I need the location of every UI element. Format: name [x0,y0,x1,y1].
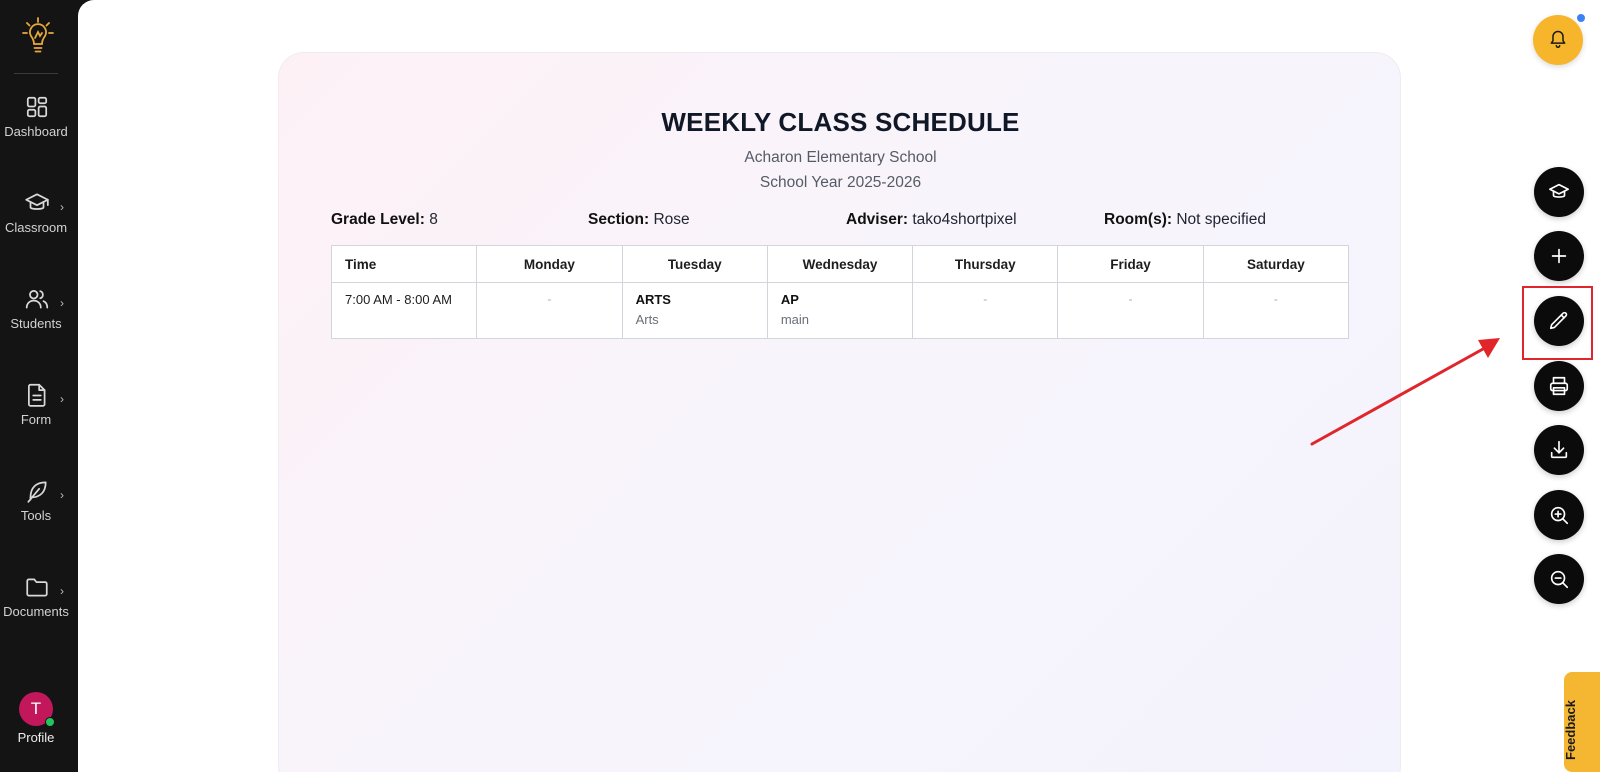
zoom-out-button[interactable] [1534,554,1584,604]
rooms-label: Room(s): [1104,211,1173,228]
edit-button-highlight-box [1522,286,1593,360]
subject-room: Arts [635,312,659,327]
sidebar: Dashboard › Classroom › Students › Form … [0,0,78,772]
sidebar-item-label: Dashboard [4,124,68,139]
column-header-tuesday: Tuesday [621,245,768,283]
table-row: 7:00 AM - 8:00 AM - ARTS Arts AP main - … [330,282,1350,339]
print-button[interactable] [1534,361,1584,411]
subject-room: main [780,312,810,327]
bell-icon [1550,30,1566,49]
table-header-row: Time Monday Tuesday Wednesday Thursday F… [330,245,1350,283]
adviser-value: tako4shortpixel [912,211,1017,228]
sidebar-item-documents[interactable]: › Documents [0,574,78,644]
notification-button[interactable] [1533,15,1583,65]
zoom-in-button[interactable] [1534,490,1584,540]
users-icon [24,286,50,312]
schedule-card: WEEKLY CLASS SCHEDULE Acharon Elementary… [278,52,1401,772]
friday-cell[interactable]: - [1057,282,1204,339]
subject-name: AP [780,292,799,307]
app-logo-icon[interactable] [19,14,57,58]
sidebar-divider [14,73,58,74]
online-status-dot [45,717,55,727]
schedule-title: WEEKLY CLASS SCHEDULE [661,107,1020,137]
section-info: Section: Rose [588,211,690,229]
chevron-right-icon: › [60,584,64,598]
school-year: School Year 2025-2026 [759,174,922,191]
class-program-button[interactable] [1534,167,1584,217]
chevron-right-icon: › [60,488,64,502]
grade-level-value: 8 [429,211,438,228]
profile-label: Profile [17,730,55,745]
section-label: Section: [588,211,650,228]
grade-level-label: Grade Level: [331,211,425,228]
column-header-monday: Monday [476,245,623,283]
chevron-right-icon: › [60,296,64,310]
add-button[interactable] [1534,231,1584,281]
adviser-info: Adviser: tako4shortpixel [846,211,1017,229]
column-header-time: Time [330,245,478,283]
rooms-value: Not specified [1176,211,1266,228]
sidebar-item-students[interactable]: › Students [0,286,78,356]
feather-icon [24,478,50,504]
sidebar-item-label: Students [10,316,62,331]
graduation-cap-icon [1549,183,1569,198]
sidebar-item-label: Form [20,412,52,427]
column-header-friday: Friday [1057,245,1204,283]
sidebar-item-dashboard[interactable]: Dashboard [0,94,78,164]
annotation-arrow-icon [1310,338,1500,446]
sidebar-item-label: Documents [3,604,69,619]
sidebar-item-tools[interactable]: › Tools [0,478,78,548]
grade-level-info: Grade Level: 8 [331,211,438,229]
plus-icon [1551,248,1567,264]
column-header-wednesday: Wednesday [766,245,914,283]
chevron-right-icon: › [60,200,64,214]
document-icon [24,382,50,408]
schedule-table: Time Monday Tuesday Wednesday Thursday F… [330,245,1350,339]
notification-dot [1576,13,1586,23]
folder-icon [24,574,50,600]
subject-name: ARTS [635,292,671,307]
graduation-cap-icon [24,190,50,216]
download-icon [1550,440,1568,459]
thursday-cell[interactable]: - [912,282,1059,339]
wednesday-cell[interactable]: AP main [766,282,914,339]
dashboard-icon [24,94,50,120]
printer-icon [1549,376,1569,396]
adviser-label: Adviser: [846,211,909,228]
sidebar-item-label: Tools [20,508,52,523]
sidebar-item-classroom[interactable]: › Classroom [0,190,78,260]
column-header-thursday: Thursday [912,245,1059,283]
sidebar-item-form[interactable]: › Form [0,382,78,452]
chevron-right-icon: › [60,392,64,406]
sidebar-item-label: Classroom [4,220,68,235]
sidebar-profile[interactable]: T Profile [0,692,78,752]
column-header-saturday: Saturday [1202,245,1350,283]
zoom-in-icon [1550,506,1569,525]
tuesday-cell[interactable]: ARTS Arts [621,282,768,339]
school-name: Acharon Elementary School [744,149,937,166]
time-cell: 7:00 AM - 8:00 AM [330,282,478,339]
section-value: Rose [653,211,690,228]
rooms-info: Room(s): Not specified [1104,211,1266,229]
feedback-label: Feedback [1563,700,1578,760]
download-button[interactable] [1534,425,1584,475]
zoom-out-icon [1550,570,1569,589]
monday-cell[interactable]: - [476,282,623,339]
